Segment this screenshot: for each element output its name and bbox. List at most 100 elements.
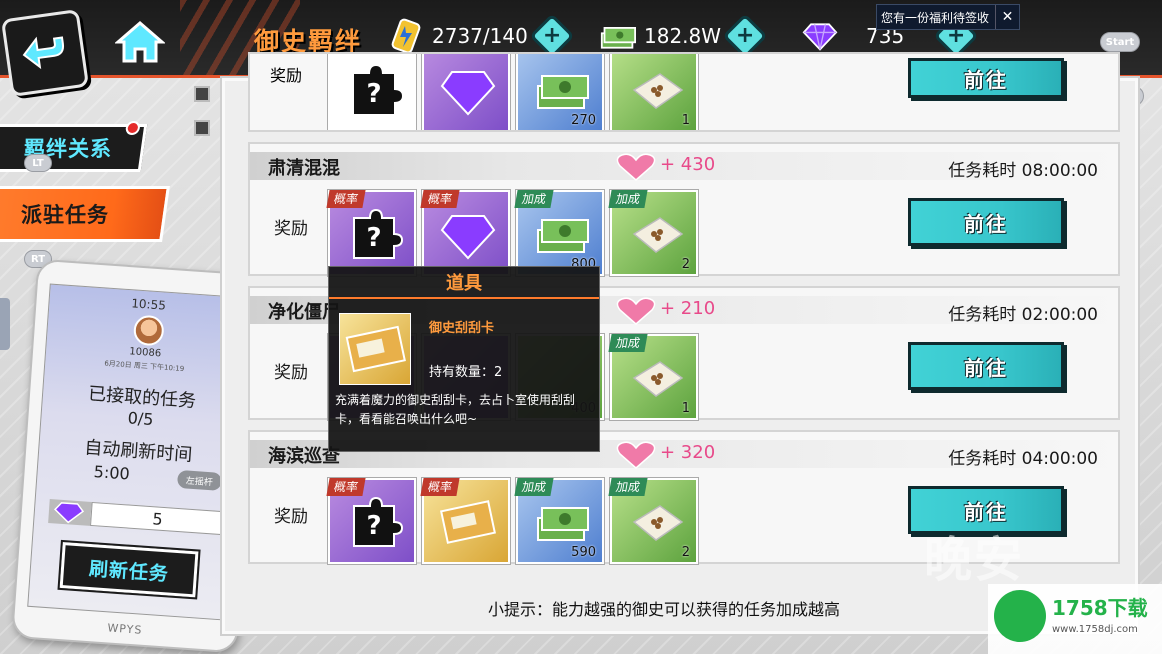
bonus-tag: 加成: [608, 190, 648, 208]
reward-item[interactable]: 加成 800: [514, 190, 604, 276]
purple-gem-icon: [802, 18, 838, 54]
task-card[interactable]: 肃清混混 + 430 任务耗时 08:00:00 奖励 ? 概率 概率 加成 8…: [248, 142, 1120, 276]
task-duration: 任务耗时 02:00:00: [948, 305, 1098, 325]
reward-item[interactable]: ? 概率: [326, 190, 416, 276]
item-tooltip: 道具 御史刮刮卡 持有数量：2 充满着魔力的御史刮刮卡，去占卜室使用刮刮卡，看看…: [328, 266, 600, 452]
site-url: www.1758dj.com: [1052, 624, 1138, 635]
reward-qty: 2: [681, 545, 690, 560]
home-button[interactable]: [114, 18, 166, 66]
site-name: 1758下载: [1052, 596, 1148, 620]
reward-item[interactable]: ? 概率: [326, 478, 416, 564]
avatar: [132, 314, 165, 347]
notice-close-button[interactable]: ✕: [995, 5, 1019, 29]
probability-tag: 概率: [326, 478, 366, 496]
reward-item[interactable]: 270: [516, 54, 604, 130]
plus-icon: +: [735, 23, 755, 48]
tooltip-title: 道具: [329, 267, 599, 299]
site-watermark: 1758下载 www.1758dj.com: [988, 584, 1162, 654]
svg-text:?: ?: [366, 223, 381, 253]
energy-value: 2737/140: [432, 24, 528, 48]
food-plate-icon: [632, 505, 684, 541]
cash-stack-icon: [537, 75, 589, 109]
welfare-notice[interactable]: 您有一份福利待签收 ✕: [876, 4, 1020, 30]
food-plate-icon: [632, 73, 684, 109]
reward-label: 奖励: [274, 363, 308, 383]
reward-label: 奖励: [274, 219, 308, 239]
food-plate-icon: [632, 217, 684, 253]
watermark-text: 晚安: [924, 532, 1025, 588]
heart-icon: [616, 297, 656, 325]
bonus-tag: 加成: [514, 190, 554, 208]
reward-qty: 1: [681, 113, 690, 128]
energy-can-icon: [388, 18, 424, 54]
auto-refresh-label: 自动刷新时间: [83, 437, 193, 466]
reward-item[interactable]: 加成 2: [608, 190, 698, 276]
scratch-card-icon: [440, 500, 496, 544]
left-stick-hint[interactable]: 左摇杆: [176, 469, 223, 491]
start-key-hint[interactable]: Start: [1100, 32, 1140, 52]
purple-gem-icon: [440, 71, 496, 116]
puzzle-icon: ?: [354, 66, 402, 114]
bond-relation-tab[interactable]: 羁绊关系: [0, 121, 148, 172]
cash-stack-icon: [537, 219, 589, 253]
bond-points: + 320: [660, 442, 716, 463]
refresh-tasks-button[interactable]: 刷新任务: [57, 539, 201, 600]
go-button[interactable]: 前往: [908, 342, 1064, 390]
probability-tag: 概率: [326, 190, 366, 208]
site-logo-icon: [994, 590, 1046, 642]
notice-text: 您有一份福利待签收: [881, 10, 990, 25]
dispatch-task-tab[interactable]: 派驻任务: [0, 186, 170, 242]
reward-item[interactable]: 加成 1: [608, 334, 698, 420]
tooltip-item-name: 御史刮刮卡: [429, 321, 495, 336]
reward-item[interactable]: 1: [610, 54, 698, 130]
reward-qty: 1: [681, 401, 690, 416]
cash-stack-icon: [537, 507, 589, 541]
panel-decoration: [192, 78, 220, 158]
money-value: 182.8W: [644, 24, 722, 48]
auto-refresh-time: 5:00: [93, 462, 131, 484]
side-drawer-handle[interactable]: [0, 298, 10, 350]
task-name: 肃清混混: [268, 158, 340, 179]
bonus-tag: 加成: [608, 478, 648, 496]
bonus-tag: 加成: [514, 478, 554, 496]
gem-cost-value: 5: [90, 501, 226, 536]
reward-label: 奖励: [274, 507, 308, 527]
hint-text: 小提示：能力越强的御史可以获得的任务加成越高: [488, 600, 841, 619]
back-arrow-icon: [22, 36, 65, 70]
purple-gem-icon: [54, 502, 85, 524]
scratch-card-icon: [339, 313, 411, 385]
task-duration: 任务耗时 08:00:00: [948, 161, 1098, 181]
reward-item[interactable]: 加成 2: [608, 478, 698, 564]
puzzle-icon: ?: [353, 496, 404, 547]
food-plate-icon: [632, 361, 684, 397]
go-button[interactable]: 前往: [908, 58, 1064, 98]
go-button[interactable]: 前往: [908, 198, 1064, 246]
heart-icon: [616, 153, 656, 181]
puzzle-icon: ?: [353, 208, 404, 259]
back-button[interactable]: [0, 8, 90, 98]
probability-tag: 概率: [420, 478, 460, 496]
reward-item[interactable]: [422, 54, 510, 130]
dispatch-task-label: 派驻任务: [21, 203, 109, 227]
reward-item[interactable]: 概率: [420, 190, 510, 276]
lt-key-hint[interactable]: LT: [24, 154, 52, 172]
svg-text:?: ?: [366, 79, 381, 109]
reward-qty: 590: [571, 545, 596, 560]
gem-cost-icon-box: [48, 499, 92, 526]
svg-text:?: ?: [366, 511, 381, 541]
bonus-tag: 加成: [608, 334, 648, 352]
reward-qty: 270: [571, 113, 596, 128]
plus-icon: +: [542, 23, 562, 48]
reward-item[interactable]: 加成 590: [514, 478, 604, 564]
reward-item[interactable]: 概率: [420, 478, 510, 564]
task-card-partial[interactable]: ? 270 1 奖励 前往: [248, 52, 1120, 132]
red-dot-badge: [124, 121, 141, 135]
tooltip-description: 充满着魔力的御史刮刮卡，去占卜室使用刮刮卡，看看能召唤出什么吧~: [335, 393, 576, 426]
bond-points: + 430: [660, 154, 716, 175]
heart-icon: [616, 441, 656, 469]
home-icon: [115, 21, 165, 63]
phone-screen: 10:55 10086 6月20日 周三 下午10:19 已接取的任务 0/5 …: [27, 283, 250, 621]
refresh-cost-row: 5: [48, 499, 226, 536]
reward-item[interactable]: ?: [328, 54, 416, 130]
tooltip-owned-count: 持有数量：2: [429, 365, 503, 380]
